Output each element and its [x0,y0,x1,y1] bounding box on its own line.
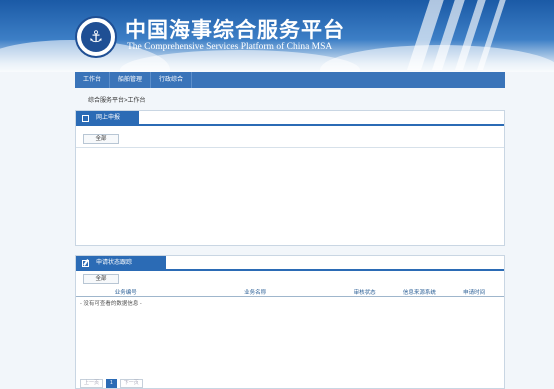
column-header-business-no[interactable]: 业务编号 [76,288,176,296]
next-page-button[interactable]: 下一页 [119,379,143,388]
filter-all-button[interactable]: 全部 [83,134,119,144]
prev-page-button[interactable]: 上一页 [80,379,104,388]
edit-icon [82,260,89,267]
pagination: 上一页 1 下一页 [80,379,143,388]
current-page-button[interactable]: 1 [106,379,117,388]
online-declaration-panel: 网上申报 全部 [75,110,505,246]
nav-item-workbench[interactable]: 工作台 [75,72,111,88]
panel-header: 网上申报 [76,111,504,126]
anchor-icon: ⚓ [81,22,111,52]
table-header: 业务编号 业务名称 审核状态 信息来源系统 申请时间 [76,288,504,297]
panel-header: 申请状态跟踪 [76,256,504,271]
column-header-apply-time[interactable]: 申请时间 [444,288,504,296]
column-header-review-status[interactable]: 审核状态 [335,288,395,296]
status-tracking-panel: 申请状态跟踪 全部 业务编号 业务名称 审核状态 信息来源系统 申请时间 - 没… [75,255,505,389]
panel-tab-online-declaration[interactable]: 网上申报 [76,111,139,126]
msa-logo: ⚓ [75,16,117,58]
nav-item-admin[interactable]: 行政综合 [151,72,193,88]
platform-subtitle: The Comprehensive Services Platform of C… [127,42,333,52]
panel-tab-status-tracking[interactable]: 申请状态跟踪 [76,256,166,271]
empty-table-message: - 没有可查看的数据信息 - [80,301,142,307]
column-header-source-system[interactable]: 信息来源系统 [395,288,445,296]
panel-title: 申请状态跟踪 [96,260,133,266]
main-nav: 工作台 船舶管理 行政综合 [75,72,505,88]
breadcrumb: 综合服务平台>工作台 [88,98,146,104]
panel-title: 网上申报 [96,115,121,121]
column-header-business-name[interactable]: 业务名称 [176,288,335,296]
nav-item-ship-management[interactable]: 船舶管理 [110,72,152,88]
header-banner: ⚓ 中国海事综合服务平台 The Comprehensive Services … [0,0,554,72]
platform-title: 中国海事综合服务平台 [125,17,345,42]
divider [76,147,504,148]
filter-all-button[interactable]: 全部 [83,274,119,284]
document-icon [82,115,89,122]
